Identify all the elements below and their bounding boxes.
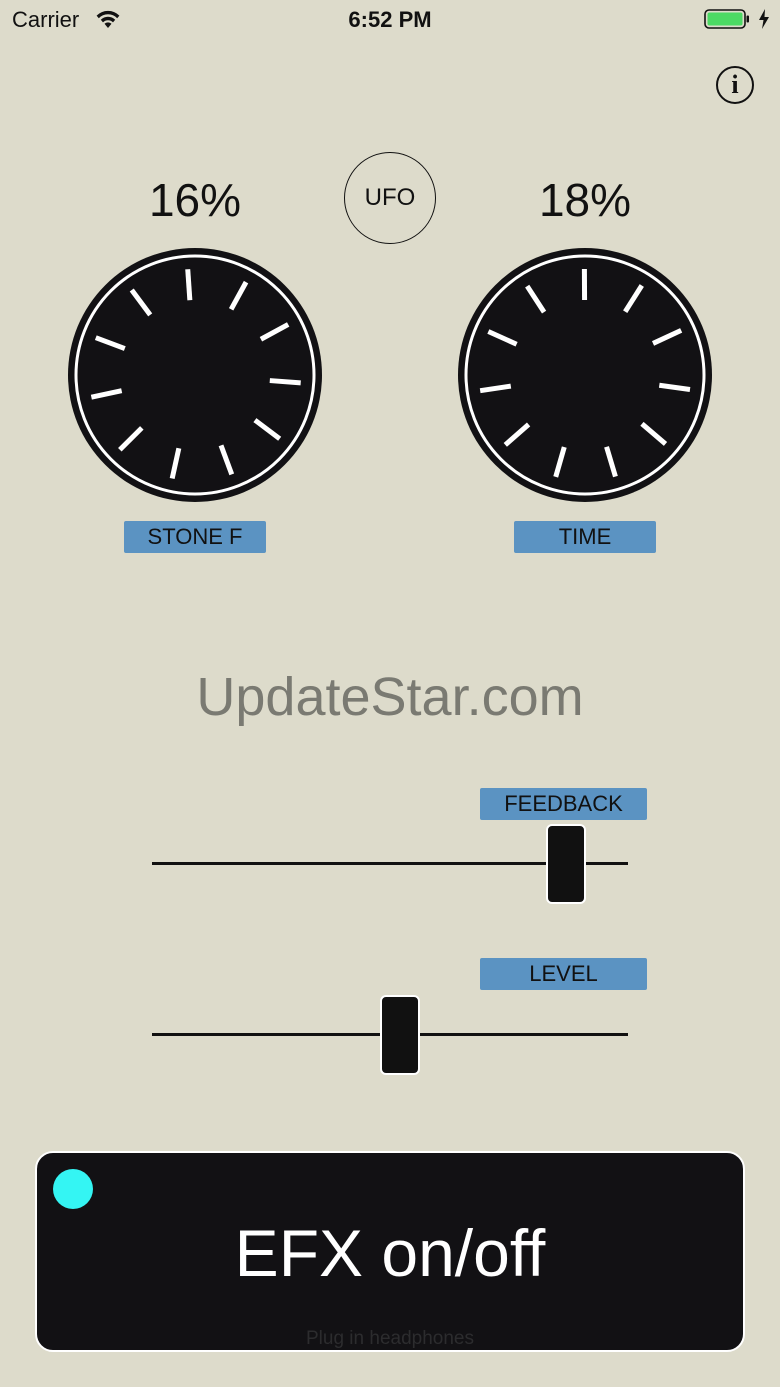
- feedback-label: FEEDBACK: [480, 788, 647, 820]
- efx-button-label: EFX on/off: [234, 1216, 546, 1290]
- feedback-slider[interactable]: [152, 818, 628, 908]
- knob-tick: [269, 378, 301, 386]
- time-label: TIME: [514, 521, 656, 553]
- time-knob[interactable]: [456, 246, 714, 504]
- level-slider[interactable]: [152, 989, 628, 1079]
- time-value: 18%: [538, 174, 632, 226]
- info-button[interactable]: i: [716, 66, 754, 104]
- watermark-text: UpdateStar.com: [196, 667, 584, 727]
- efx-status-led: [53, 1169, 93, 1209]
- headphones-hint: Plug in headphones: [306, 1328, 474, 1349]
- info-icon: i: [731, 70, 739, 99]
- knob-tick: [185, 269, 193, 301]
- battery-icon: [704, 9, 749, 29]
- efx-toggle-button[interactable]: EFX on/off Plug in headphones: [35, 1151, 745, 1352]
- charging-bolt-icon: [759, 9, 769, 29]
- ufo-button[interactable]: UFO: [344, 152, 436, 244]
- level-slider-thumb[interactable]: [379, 995, 420, 1075]
- stone-f-value: 16%: [148, 174, 242, 226]
- stone-f-label: STONE F: [124, 521, 266, 553]
- level-label: LEVEL: [480, 958, 647, 990]
- stone-f-knob[interactable]: [66, 246, 324, 504]
- feedback-slider-thumb[interactable]: [546, 824, 587, 904]
- status-time: 6:52 PM: [348, 7, 432, 32]
